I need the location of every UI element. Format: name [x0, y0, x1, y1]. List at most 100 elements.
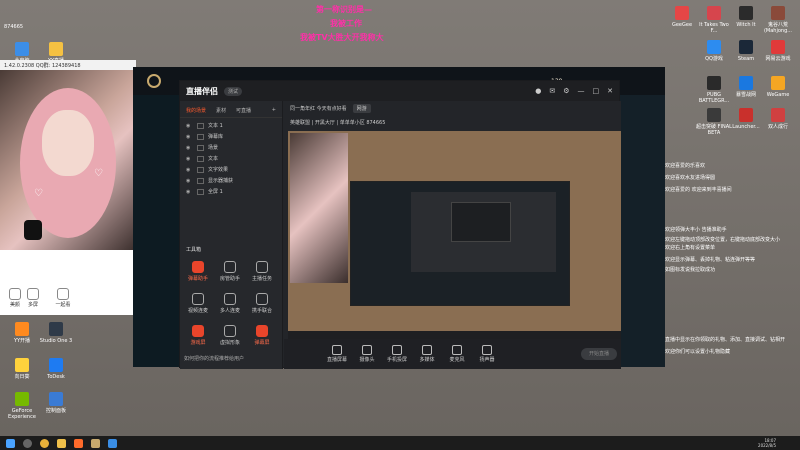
desktop-icon[interactable]: 鬼谷八荒 (Mahjong...	[760, 6, 796, 34]
play-icon	[27, 288, 39, 300]
minimize-icon[interactable]: —	[578, 87, 585, 95]
eye-icon[interactable]: ◉	[186, 145, 193, 151]
app-icon	[707, 6, 721, 20]
scene-item[interactable]: ◉ 文字效果	[180, 164, 282, 175]
webcam-window[interactable]: 1.42.0.2308 QQ群: 124389418 ♡ ♡ 美颜 多屏 一起看	[0, 60, 136, 315]
tool-label: 游戏屏	[190, 340, 206, 346]
webcam-button-multi[interactable]: 多屏	[22, 288, 44, 308]
message-icon[interactable]: ✉	[549, 87, 555, 95]
tool-button[interactable]: 房管助手	[216, 261, 244, 282]
desktop-icon-label: YY开播	[13, 338, 31, 344]
avatar[interactable]: ●	[535, 87, 541, 95]
settings-icon[interactable]: ⚙	[563, 87, 569, 95]
camera-button[interactable]: 摄像头	[354, 345, 380, 363]
lol-icon[interactable]	[91, 438, 100, 448]
scene-item[interactable]: ◉ 文本 1	[180, 120, 282, 131]
desktop-icon[interactable]: ToDesk	[38, 358, 74, 380]
chat-message: 欢迎右上角有设置菜单	[665, 245, 716, 251]
search-icon[interactable]	[23, 438, 32, 448]
webcam-button-watch[interactable]: 一起看	[52, 288, 74, 308]
eye-icon[interactable]: ◉	[186, 156, 193, 162]
scene-item[interactable]: ◉ 文本	[180, 153, 282, 164]
tool-button[interactable]: 主播任务	[248, 261, 276, 282]
scene-item[interactable]: ◉ 显示器捕获	[180, 175, 282, 186]
phone-cast-button[interactable]: 手机投屏	[384, 345, 410, 363]
tool-button[interactable]: 弹幕助手	[184, 261, 212, 282]
room-category[interactable]: 网游	[352, 103, 371, 113]
close-icon[interactable]: ✕	[607, 87, 613, 95]
desktop-icon[interactable]: 双人成行	[760, 108, 796, 130]
lock-icon[interactable]	[197, 144, 204, 151]
desktop-icon[interactable]: GeForce Experience	[4, 392, 40, 420]
desktop-icon[interactable]: YY开播	[4, 322, 40, 344]
phone-icon	[392, 345, 402, 355]
preview-nested-app-inner	[451, 202, 511, 242]
windows-start-icon[interactable]	[6, 438, 15, 448]
tool-button[interactable]: 视频连麦	[184, 293, 212, 314]
eye-icon[interactable]: ◉	[186, 178, 193, 184]
app-icon	[739, 6, 753, 20]
eye-icon[interactable]: ◉	[186, 189, 193, 195]
desktop-icon[interactable]: Steam	[728, 40, 764, 62]
desktop-icon-label: Studio One 3	[39, 338, 73, 344]
tab-live[interactable]: 可直播	[236, 107, 251, 114]
eye-icon[interactable]: ◉	[186, 123, 193, 129]
notice-link[interactable]: 如何把你的流程推荐给用户	[184, 355, 244, 362]
lock-icon[interactable]	[197, 177, 204, 184]
desktop-icon[interactable]: 网易云游戏	[760, 40, 796, 62]
app-icon[interactable]	[108, 438, 117, 448]
stream-app-icon[interactable]	[74, 438, 83, 448]
mic-button[interactable]: 麦克风	[444, 345, 470, 363]
chat-message: 直播中显示在你领取的礼物、添加、直接调试、钻相开	[665, 337, 786, 343]
desktop-icon[interactable]: It Takes Two F...	[696, 6, 732, 34]
desktop-icon[interactable]: QQ游戏	[696, 40, 732, 62]
chrome-icon[interactable]	[40, 438, 49, 448]
app-version-badge[interactable]: 测试	[224, 86, 243, 96]
eye-icon[interactable]: ◉	[186, 167, 193, 173]
desktop-icon[interactable]: Launcher...	[728, 108, 764, 130]
tool-button[interactable]: 携手联合	[248, 293, 276, 314]
lock-icon[interactable]	[197, 166, 204, 173]
stream-app-window[interactable]: 直播伴侣 测试 ● ✉ ⚙ — □ ✕ 我的场景 素材 可直播 + ◉ 文本 1 ◉…	[179, 80, 621, 369]
tab-my-scenes[interactable]: 我的场景	[186, 107, 206, 114]
eye-icon[interactable]: ◉	[186, 134, 193, 140]
tool-button[interactable]: 弹幕屏	[248, 325, 276, 346]
app-icon	[15, 392, 29, 406]
maximize-icon[interactable]: □	[593, 87, 600, 95]
speaker-icon	[482, 345, 492, 355]
camera-icon	[362, 345, 372, 355]
app-left-panel: 我的场景 素材 可直播 + ◉ 文本 1 ◉ 弹幕库 ◉ 场景 ◉ 文本 ◉ 文字效果 ◉ 显示器捕获…	[180, 101, 283, 369]
beauty-icon	[9, 288, 21, 300]
add-icon[interactable]: +	[272, 107, 276, 114]
desktop-icon[interactable]: GeeGee	[664, 6, 700, 28]
lock-icon[interactable]	[197, 188, 204, 195]
start-live-button[interactable]: 开始直播	[581, 348, 617, 360]
screen-capture-button[interactable]: 直播屏幕	[324, 345, 350, 363]
room-title[interactable]: 同一角年红 今天有点好看	[290, 105, 347, 112]
tool-button[interactable]: 多人连麦	[216, 293, 244, 314]
stream-preview[interactable]	[288, 131, 621, 339]
tool-button[interactable]: 虚拟形象	[216, 325, 244, 346]
scene-item[interactable]: ◉ 弹幕库	[180, 131, 282, 142]
scene-item[interactable]: ◉ 场景	[180, 142, 282, 153]
desktop-icon[interactable]: WeGame	[760, 76, 796, 98]
desktop-icon[interactable]: 暴雪战网	[728, 76, 764, 98]
media-button[interactable]: 多媒体	[414, 345, 440, 363]
tab-materials[interactable]: 素材	[216, 107, 226, 114]
folder-icon[interactable]	[57, 438, 66, 448]
lock-icon[interactable]	[197, 122, 204, 129]
lock-icon[interactable]	[197, 133, 204, 140]
speaker-button[interactable]: 扬声器	[474, 345, 500, 363]
tool-button[interactable]: 游戏屏	[184, 325, 212, 346]
taskbar-clock[interactable]: 18:07 2022/8/5	[758, 438, 800, 448]
desktop-icon[interactable]: Studio One 3	[38, 322, 74, 344]
desktop-icon[interactable]: PUBG BATTLEGR...	[696, 76, 732, 104]
lock-icon[interactable]	[197, 155, 204, 162]
desktop-icon[interactable]: 控制面板	[38, 392, 74, 414]
scene-label: 显示器捕获	[208, 178, 234, 184]
clock-date: 2022/8/5	[758, 443, 776, 448]
desktop-icon[interactable]: 超击突破 FINAL BETA	[696, 108, 732, 136]
scene-item[interactable]: ◉ 全屏 1	[180, 186, 282, 197]
desktop-icon[interactable]: 向日葵	[4, 358, 40, 380]
desktop-icon[interactable]: Witch It	[728, 6, 764, 28]
